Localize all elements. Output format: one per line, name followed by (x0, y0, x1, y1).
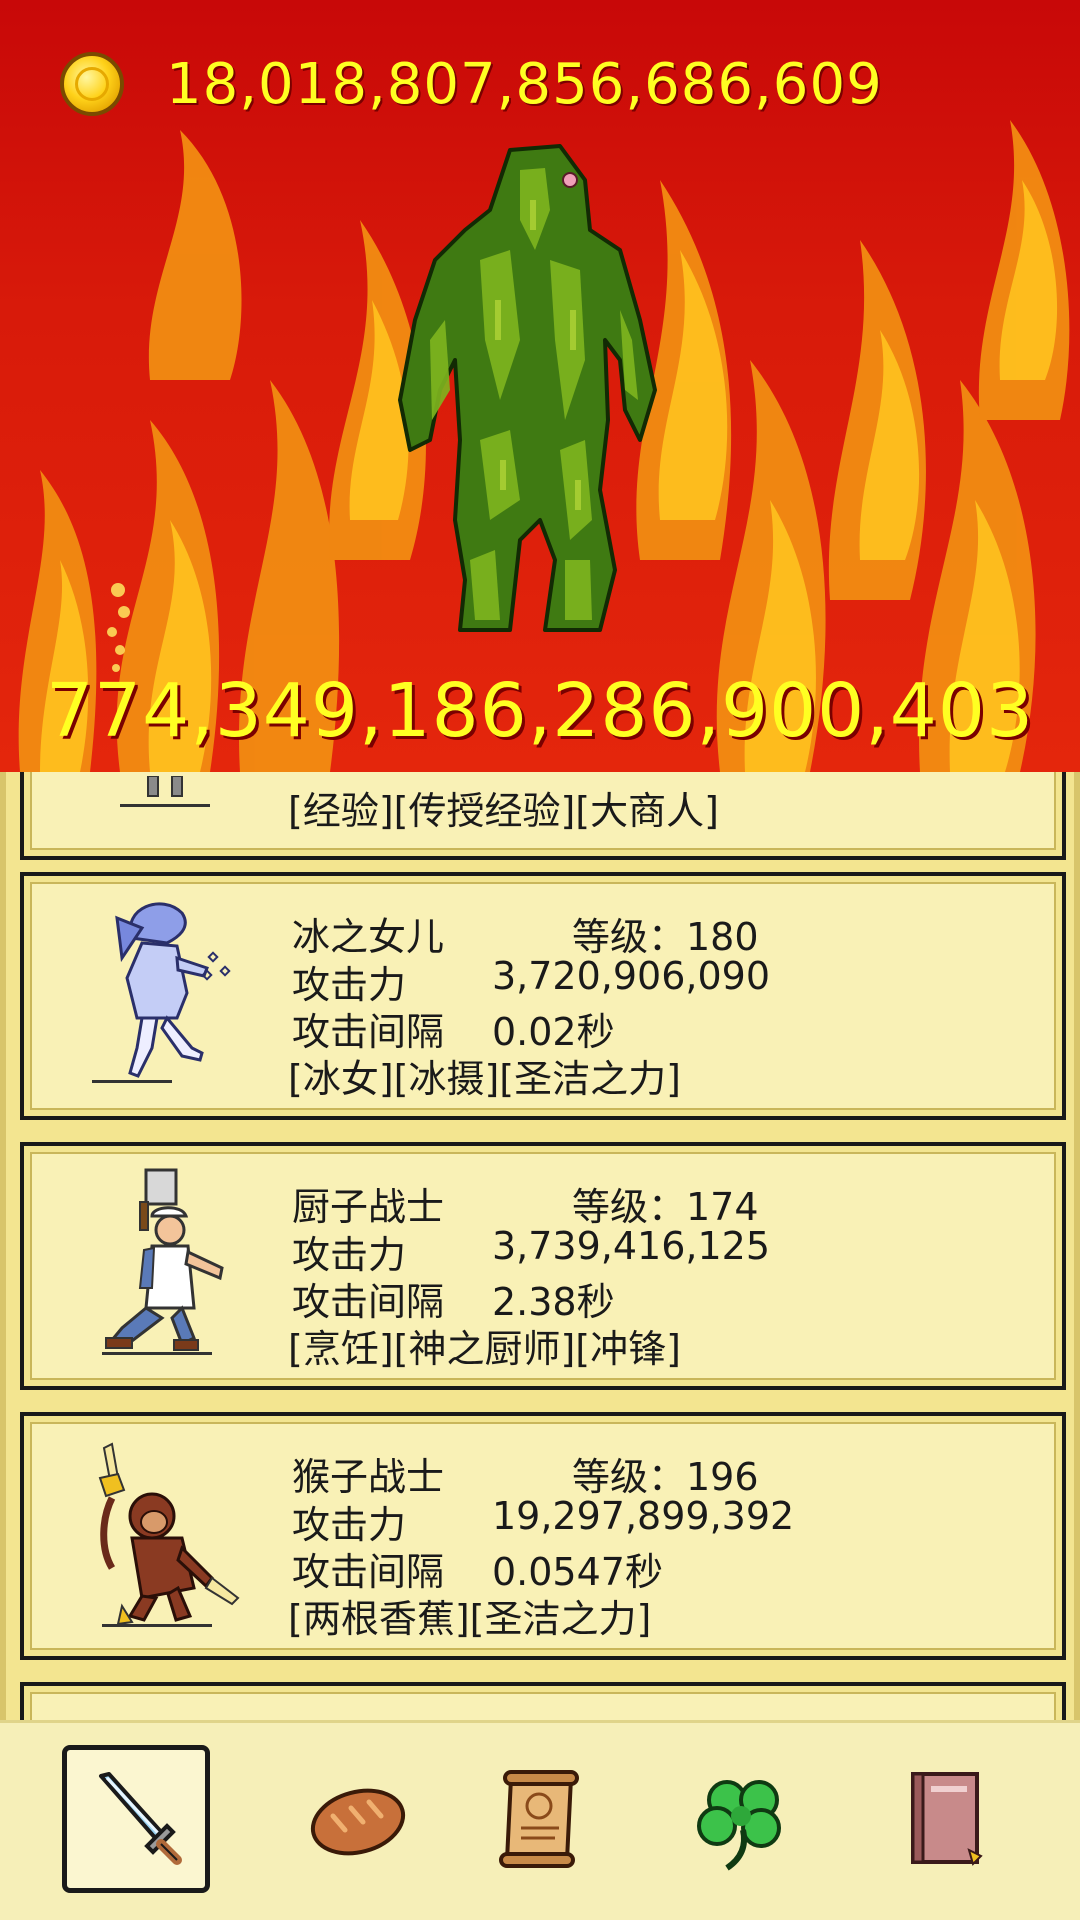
clover-icon (697, 1780, 781, 1871)
monster-hp: 774,349,186,286,900,403 (45, 668, 1035, 754)
green-golem-monster[interactable] (370, 140, 700, 640)
gold-amount: 18,018,807,856,686,609 (166, 51, 883, 117)
hero-level: 等级：174 (572, 1185, 759, 1229)
hero-level: 等级：196 (572, 1455, 759, 1499)
hero-name: 猴子战士 (292, 1455, 445, 1499)
hero-tags: [烹饪][神之厨师][冲锋] (288, 1327, 681, 1371)
tab-luck[interactable] (668, 1745, 816, 1893)
hero-card[interactable]: 厨子战士 等级：174 攻击力 3,739,416,125 攻击间隔 2.38秒… (20, 1142, 1066, 1390)
hero-tags: [冰女][冰摄][圣洁之力] (288, 1057, 681, 1101)
hero-card[interactable]: 猴子战士 等级：196 攻击力 19,297,899,392 攻击间隔 0.05… (20, 1412, 1066, 1660)
bread-icon (310, 1788, 406, 1856)
hero-card-next[interactable] (20, 1682, 1066, 1720)
ice-daughter-portrait (92, 902, 231, 1083)
hero-tags: [两根香蕉][圣洁之力] (288, 1597, 652, 1641)
battle-scene[interactable]: 18,018,807,856,686,609 774,349,186,286,9… (0, 0, 1080, 772)
tab-food[interactable] (284, 1745, 432, 1893)
hero-card[interactable]: 冰之女儿 等级：180 攻击力 3,720,906,090 攻击间隔 0.02秒… (20, 872, 1066, 1120)
attack-value: 3,739,416,125 (492, 1224, 771, 1268)
tab-book[interactable] (870, 1745, 1018, 1893)
hero-level: 等级：180 (572, 915, 759, 959)
monkey-warrior-portrait (98, 1442, 240, 1627)
gold-counter: 18,018,807,856,686,609 (60, 46, 883, 122)
hero-card-partial[interactable]: [经验][传授经验][大商人] (20, 772, 1066, 860)
bottom-nav (0, 1720, 1080, 1920)
hero-name: 冰之女儿 (292, 915, 445, 959)
gold-coin-icon (60, 52, 124, 116)
tab-scroll[interactable] (466, 1745, 614, 1893)
scroll-icon (499, 1770, 579, 1868)
book-icon (911, 1772, 983, 1866)
attack-value: 19,297,899,392 (492, 1494, 795, 1538)
attack-value: 3,720,906,090 (492, 954, 771, 998)
hero-tags: [经验][传授经验][大商人] (288, 789, 719, 833)
hero-name: 厨子战士 (292, 1185, 445, 1229)
tab-heroes[interactable] (62, 1745, 210, 1893)
chef-warrior-portrait (102, 1168, 224, 1355)
sword-icon (99, 1772, 182, 1865)
hero-list[interactable]: [经验][传授经验][大商人] 冰之女儿 等级：180 攻击力 3,720,90… (0, 772, 1080, 1720)
hero-portrait-partial (120, 776, 210, 807)
